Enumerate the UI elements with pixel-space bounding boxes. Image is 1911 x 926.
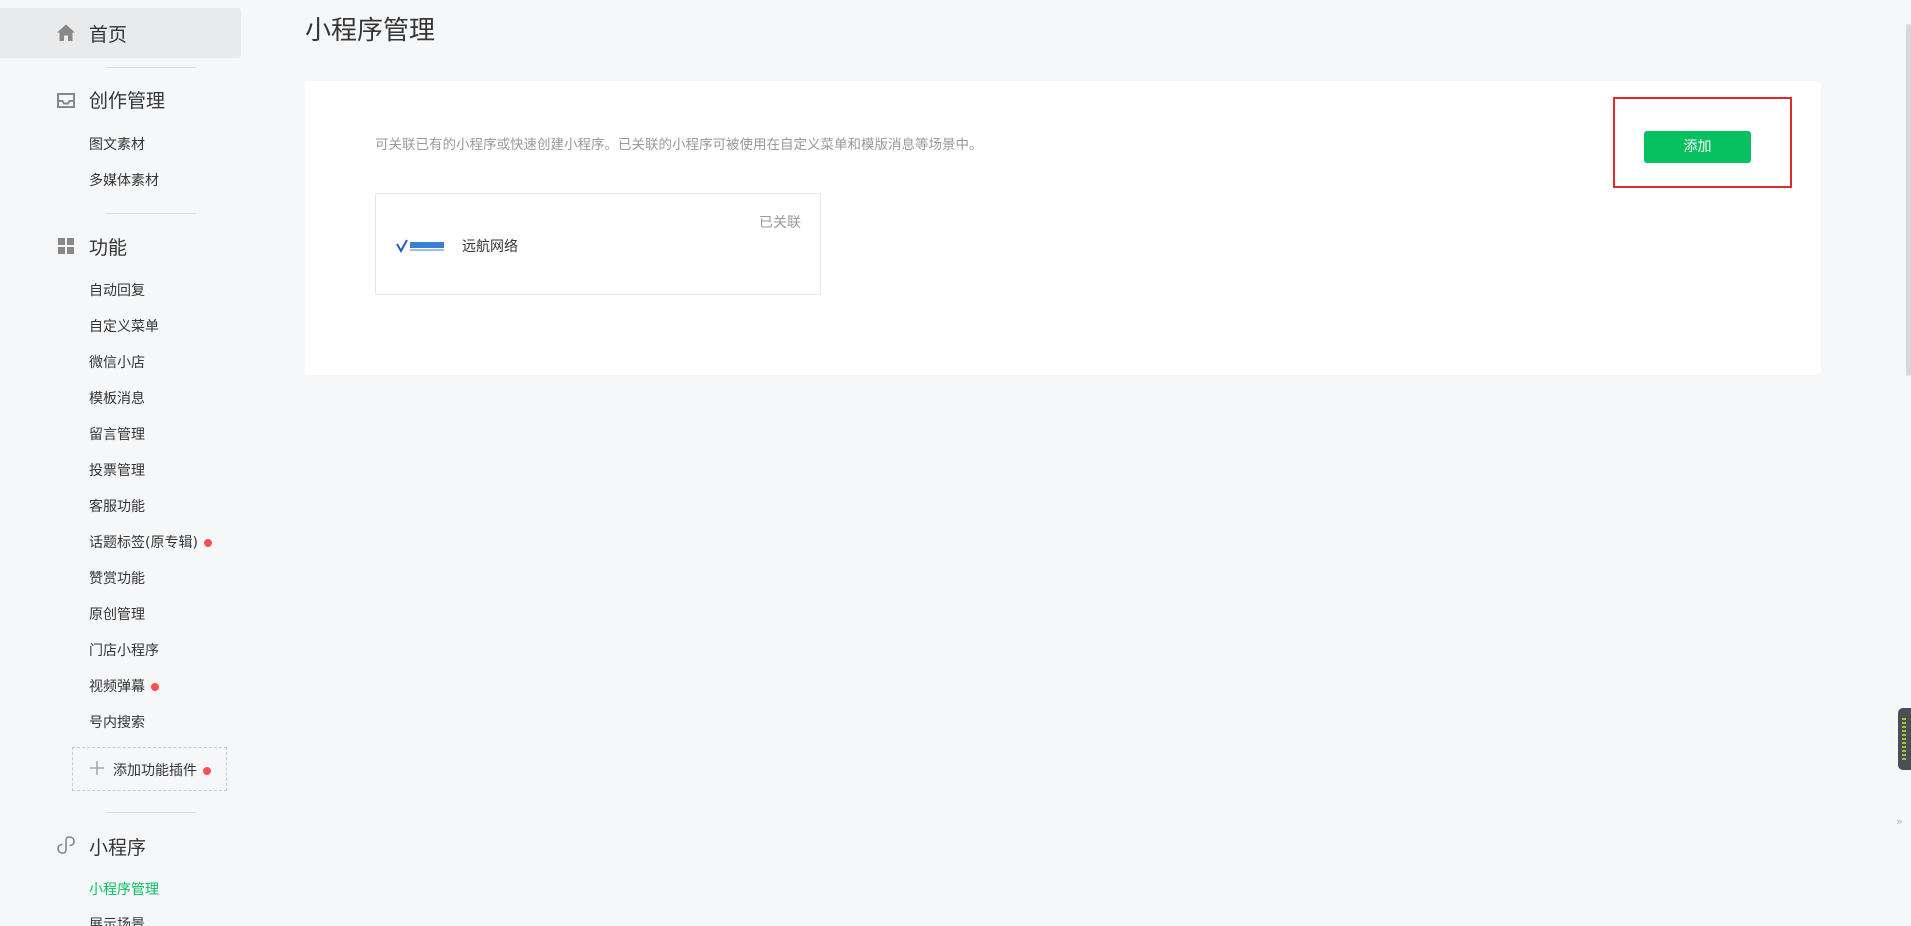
sidebar-item-label: 自动回复 [89,283,145,299]
sidebar-item-wechat-store[interactable]: 微信小店 [89,352,145,372]
add-plugin-button[interactable]: 添加功能插件 [72,747,227,791]
add-plugin-text: 添加功能插件 [113,763,197,779]
sidebar-item-template-message[interactable]: 模板消息 [89,388,145,408]
sidebar-item-label: 话题标签(原专辑) [89,535,198,551]
sidebar-item-vote-management[interactable]: 投票管理 [89,460,145,480]
home-icon [56,23,76,43]
sidebar-item-originality[interactable]: 原创管理 [89,604,145,624]
sidebar-item-label: 号内搜索 [89,715,145,731]
widget-bars-icon [1902,718,1906,760]
sidebar-item-label: 视频弹幕 [89,679,145,695]
sidebar-item-reward[interactable]: 赞赏功能 [89,568,145,588]
sidebar-item-label: 门店小程序 [89,643,159,659]
sidebar-item-in-account-search[interactable]: 号内搜索 [89,712,145,732]
linked-status-label: 已关联 [759,215,801,231]
linked-miniprogram-name: 远航网络 [462,239,518,255]
sidebar-item-label: 微信小店 [89,355,145,371]
sidebar-item-label: 留言管理 [89,427,145,443]
app-logo-icon [396,238,446,254]
side-floating-widget[interactable] [1898,708,1911,770]
sidebar-item-custom-menu[interactable]: 自定义菜单 [89,316,159,336]
new-badge-dot [151,683,159,691]
section-title-creation: 创作管理 [89,90,166,112]
page: 首页 创作管理 图文素材 多媒体素材 功能 自动回复 自定义菜单 微信小店 模板… [0,0,1911,926]
sidebar-item-miniprogram-management[interactable]: 小程序管理 [89,879,159,899]
sidebar-item-comment-management[interactable]: 留言管理 [89,424,145,444]
page-title: 小程序管理 [305,16,436,46]
new-badge-dot [203,767,211,775]
linked-miniprogram-card[interactable]: 已关联 远航网络 [375,193,821,295]
sidebar: 首页 创作管理 图文素材 多媒体素材 功能 自动回复 自定义菜单 微信小店 模板… [0,0,242,926]
double-chevron-icon[interactable]: » [1896,815,1903,828]
panel-description: 可关联已有的小程序或快速创建小程序。已关联的小程序可被使用在自定义菜单和模版消息… [375,137,983,153]
sidebar-divider [106,213,196,214]
link-icon [56,835,76,855]
sidebar-item-auto-reply[interactable]: 自动回复 [89,280,145,300]
plus-icon [89,760,105,776]
miniprogram-panel: 可关联已有的小程序或快速创建小程序。已关联的小程序可被使用在自定义菜单和模版消息… [305,81,1821,375]
sidebar-item-store-miniprogram[interactable]: 门店小程序 [89,640,159,660]
inbox-icon [56,90,76,110]
sidebar-item-customer-service[interactable]: 客服功能 [89,496,145,516]
sidebar-item-topic-tags[interactable]: 话题标签(原专辑) [89,532,212,552]
section-title-features: 功能 [89,237,128,259]
grid-icon [56,236,76,256]
sidebar-item-label: 自定义菜单 [89,319,159,335]
sidebar-item-label: 客服功能 [89,499,145,515]
sidebar-divider [106,812,196,813]
sidebar-item-article-material[interactable]: 图文素材 [89,134,145,154]
scrollbar-thumb[interactable] [1906,24,1911,376]
sidebar-home-label: 首页 [89,24,128,46]
add-plugin-label: 添加功能插件 [113,760,211,780]
sidebar-item-display-scenes[interactable]: 展示场景 [89,914,145,926]
sidebar-item-label: 模板消息 [89,391,145,407]
sidebar-item-media-material[interactable]: 多媒体素材 [89,170,159,190]
section-title-miniprogram: 小程序 [89,837,147,859]
new-badge-dot [203,539,212,547]
sidebar-item-label: 原创管理 [89,607,145,623]
add-miniprogram-button[interactable]: 添加 [1644,131,1751,163]
sidebar-item-label: 赞赏功能 [89,571,145,587]
sidebar-item-video-danmaku[interactable]: 视频弹幕 [89,676,159,696]
sidebar-item-home[interactable]: 首页 [0,8,241,58]
sidebar-divider [106,67,196,68]
sidebar-item-label: 投票管理 [89,463,145,479]
